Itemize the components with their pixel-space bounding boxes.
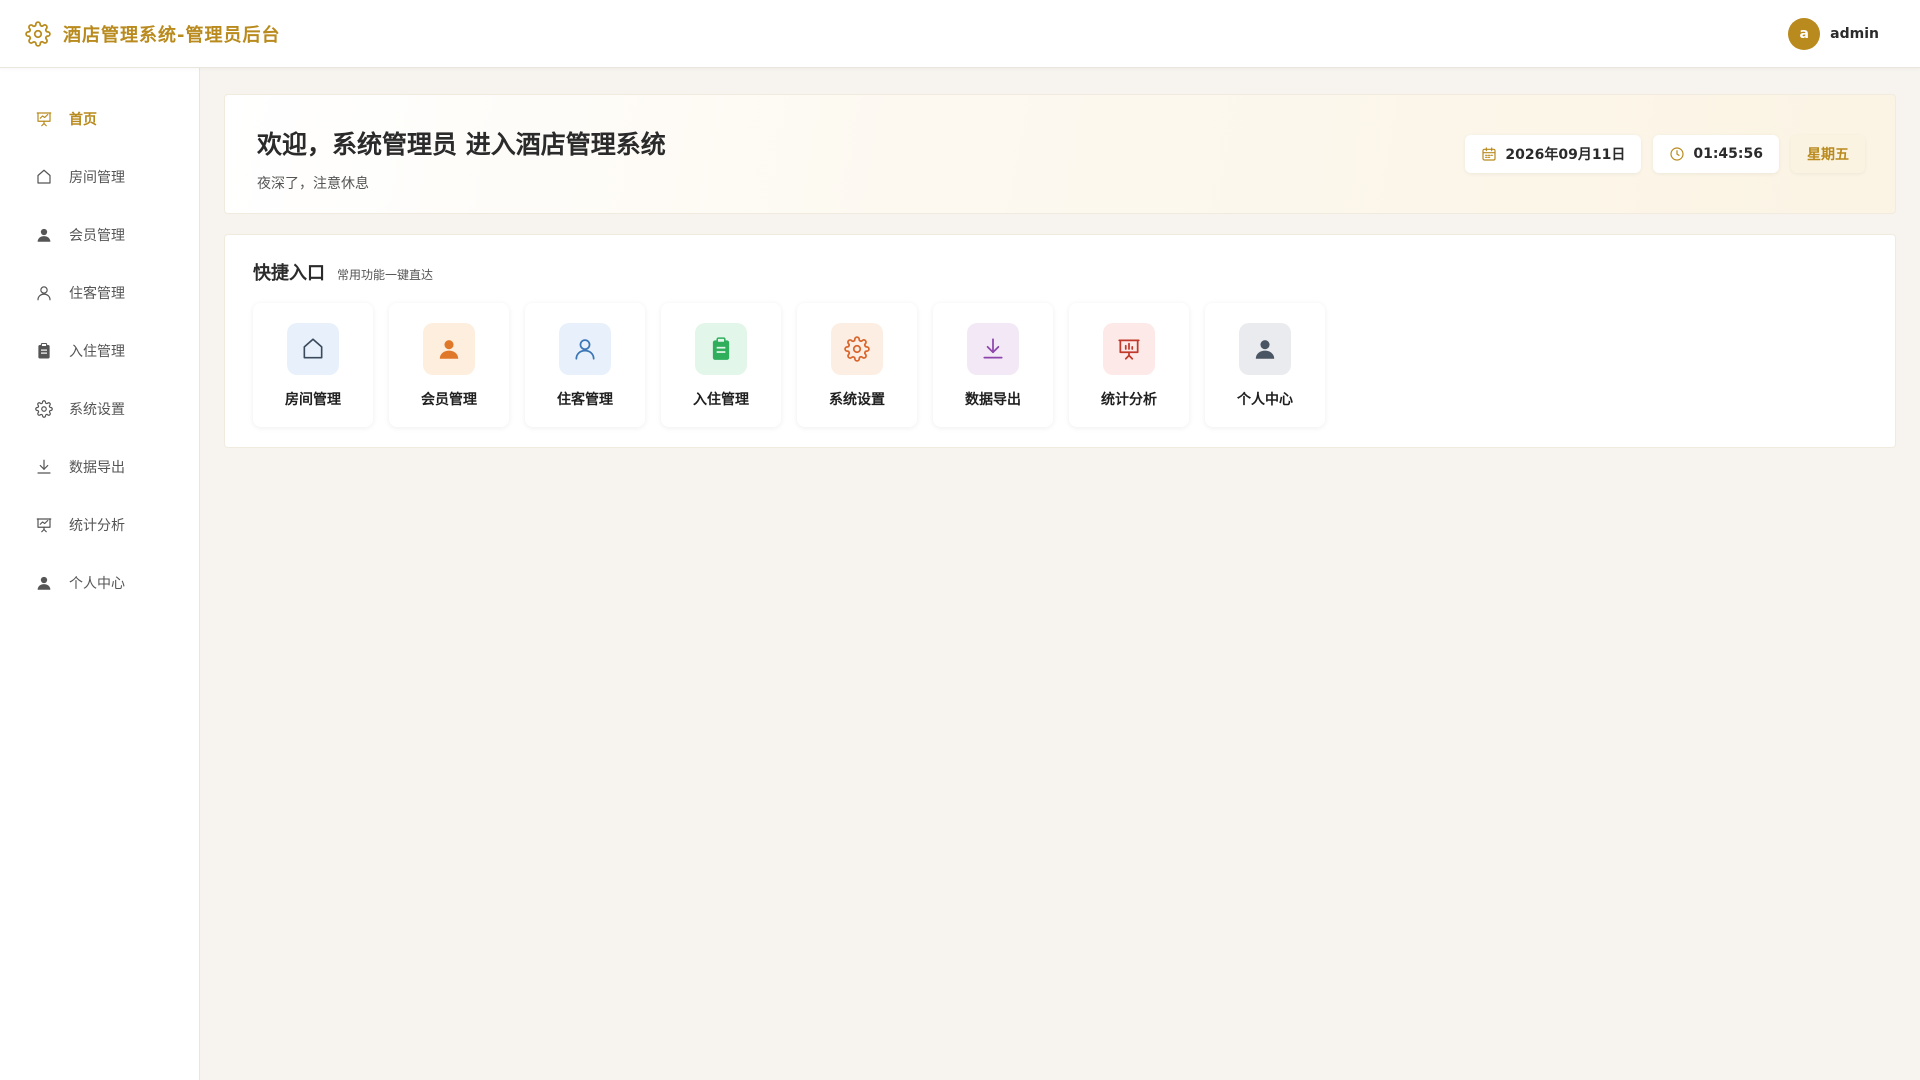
quick-card-checkin[interactable]: 入住管理	[661, 303, 781, 427]
sidebar-item-label: 统计分析	[69, 518, 125, 534]
sidebar-item-profile[interactable]: 个人中心	[0, 554, 199, 612]
quick-card-profile[interactable]: 个人中心	[1205, 303, 1325, 427]
quick-card-rooms[interactable]: 房间管理	[253, 303, 373, 427]
time-text: 01:45:56	[1693, 146, 1763, 162]
sidebar-item-rooms[interactable]: 房间管理	[0, 148, 199, 206]
sidebar: 首页 房间管理 会员管理 住客管理 入住管理 系统设置 数据导出 统计分析 个人…	[0, 68, 200, 1080]
quick-card-label: 统计分析	[1101, 392, 1157, 408]
sidebar-item-label: 会员管理	[69, 228, 125, 244]
sidebar-item-export[interactable]: 数据导出	[0, 438, 199, 496]
sidebar-item-label: 房间管理	[69, 170, 125, 186]
gear-icon	[831, 323, 883, 375]
weekday-text: 星期五	[1807, 147, 1849, 163]
gear-icon	[35, 400, 53, 418]
person-filled-icon	[35, 226, 53, 244]
person-outline-icon	[35, 284, 53, 302]
quick-card-label: 会员管理	[421, 392, 477, 408]
quick-card-members[interactable]: 会员管理	[389, 303, 509, 427]
presentation-chart-icon	[35, 516, 53, 534]
presentation-chart-icon	[35, 110, 53, 128]
presentation-chart-icon	[1103, 323, 1155, 375]
sidebar-item-label: 系统设置	[69, 402, 125, 418]
quick-access-panel: 快捷入口 常用功能一键直达 房间管理 会员管理 住客管理 入住管理 系统设置 数…	[224, 234, 1896, 448]
datetime-pills: 2026年09月11日 01:45:56 星期五	[1465, 135, 1865, 173]
sidebar-item-checkin[interactable]: 入住管理	[0, 322, 199, 380]
main-content: 欢迎，系统管理员 进入酒店管理系统 夜深了，注意休息 2026年09月11日 0…	[224, 94, 1896, 448]
person-filled-icon	[423, 323, 475, 375]
quick-access-cards: 房间管理 会员管理 住客管理 入住管理 系统设置 数据导出 统计分析 个人中心	[253, 303, 1867, 427]
top-header: 酒店管理系统-管理员后台 a admin	[0, 0, 1920, 68]
sidebar-item-home[interactable]: 首页	[0, 90, 199, 148]
house-icon	[35, 168, 53, 186]
app-title: 酒店管理系统-管理员后台	[63, 24, 281, 46]
quick-card-guests[interactable]: 住客管理	[525, 303, 645, 427]
quick-card-label: 个人中心	[1237, 392, 1293, 408]
clipboard-icon	[695, 323, 747, 375]
date-pill: 2026年09月11日	[1465, 135, 1642, 173]
house-icon	[287, 323, 339, 375]
date-text: 2026年09月11日	[1505, 147, 1626, 163]
welcome-subtitle: 夜深了，注意休息	[257, 176, 369, 192]
clock-icon	[1669, 146, 1685, 162]
sidebar-item-label: 个人中心	[69, 576, 125, 592]
quick-access-title: 快捷入口	[253, 263, 325, 284]
download-icon	[967, 323, 1019, 375]
username[interactable]: admin	[1830, 26, 1879, 42]
quick-card-label: 系统设置	[829, 392, 885, 408]
quick-access-subtitle: 常用功能一键直达	[337, 268, 434, 282]
quick-access-header: 快捷入口 常用功能一键直达	[253, 259, 1867, 285]
quick-card-label: 房间管理	[285, 392, 341, 408]
quick-card-stats[interactable]: 统计分析	[1069, 303, 1189, 427]
quick-card-settings[interactable]: 系统设置	[797, 303, 917, 427]
person-filled-icon	[1239, 323, 1291, 375]
time-pill: 01:45:56	[1653, 135, 1779, 173]
quick-card-label: 数据导出	[965, 392, 1021, 408]
quick-card-label: 入住管理	[693, 392, 749, 408]
calendar-icon	[1481, 146, 1497, 162]
sidebar-item-settings[interactable]: 系统设置	[0, 380, 199, 438]
person-filled-icon	[35, 574, 53, 592]
welcome-banner: 欢迎，系统管理员 进入酒店管理系统 夜深了，注意休息 2026年09月11日 0…	[224, 94, 1896, 214]
brand[interactable]: 酒店管理系统-管理员后台	[25, 20, 281, 47]
download-icon	[35, 458, 53, 476]
sidebar-item-label: 入住管理	[69, 344, 125, 360]
weekday-pill: 星期五	[1791, 135, 1865, 173]
user-menu[interactable]: a admin	[1788, 17, 1879, 50]
quick-card-label: 住客管理	[557, 392, 613, 408]
quick-card-export[interactable]: 数据导出	[933, 303, 1053, 427]
sidebar-item-label: 数据导出	[69, 460, 125, 476]
sidebar-item-guests[interactable]: 住客管理	[0, 264, 199, 322]
sidebar-item-label: 住客管理	[69, 286, 125, 302]
avatar[interactable]: a	[1788, 17, 1821, 50]
clipboard-icon	[35, 342, 53, 360]
person-outline-icon	[559, 323, 611, 375]
gear-icon	[25, 20, 51, 47]
sidebar-item-members[interactable]: 会员管理	[0, 206, 199, 264]
sidebar-item-stats[interactable]: 统计分析	[0, 496, 199, 554]
sidebar-item-label: 首页	[69, 112, 97, 128]
